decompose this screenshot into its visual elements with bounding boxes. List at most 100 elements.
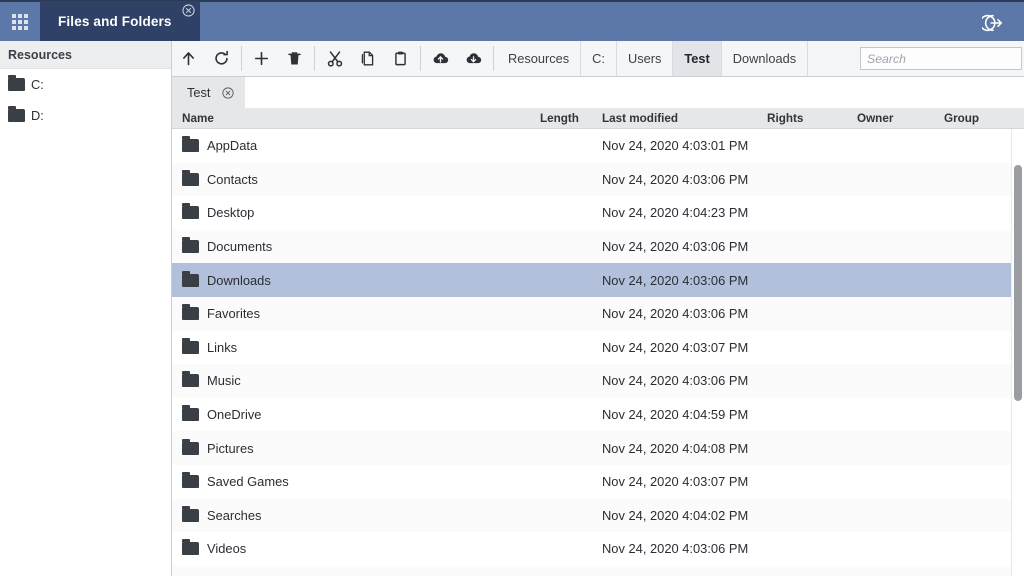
row-name-cell: AppData	[182, 136, 257, 153]
file-list[interactable]: AppData Nov 24, 2020 4:03:01 PM Contacts No…	[172, 129, 1024, 576]
sidebar-item-c-drive[interactable]: C:	[0, 69, 171, 100]
new-folder-button[interactable]	[245, 41, 278, 76]
folder-icon	[182, 371, 199, 388]
column-header-rights[interactable]: Rights	[767, 108, 803, 129]
row-name-cell: Music	[182, 371, 241, 388]
row-name-label: Pictures	[207, 440, 254, 456]
close-icon[interactable]	[181, 4, 195, 17]
scrollbar-thumb[interactable]	[1014, 165, 1022, 401]
table-row[interactable]: Desktop Nov 24, 2020 4:04:23 PM	[172, 196, 1024, 230]
table-row[interactable]: Pictures Nov 24, 2020 4:04:08 PM	[172, 431, 1024, 465]
column-header-name[interactable]: Name	[182, 108, 214, 129]
column-header-length[interactable]: Length	[540, 108, 579, 129]
vertical-scrollbar[interactable]	[1012, 129, 1024, 576]
breadcrumb-item-test[interactable]: Test	[672, 41, 721, 76]
row-name-cell: Downloads	[182, 270, 271, 288]
toolbar: Resources C: Users Test Downloads	[172, 41, 1024, 77]
row-modified-cell: Nov 24, 2020 4:04:08 PM	[602, 440, 749, 456]
column-header-owner[interactable]: Owner	[857, 108, 893, 129]
row-name-label: Searches	[207, 507, 262, 523]
table-row[interactable]: Saved Games Nov 24, 2020 4:03:07 PM	[172, 464, 1024, 499]
search-container	[860, 41, 1024, 76]
row-name-cell: Documents	[182, 237, 273, 255]
folder-icon	[8, 75, 25, 91]
row-modified-cell: Nov 24, 2020 4:03:06 PM	[602, 272, 749, 288]
table-row[interactable]: Documents Nov 24, 2020 4:03:06 PM	[172, 229, 1024, 264]
breadcrumb-item-c-drive[interactable]: C:	[580, 41, 616, 76]
copy-button[interactable]	[351, 41, 384, 76]
row-name-label: OneDrive	[207, 407, 262, 423]
breadcrumb-item-users[interactable]: Users	[615, 41, 672, 76]
table-row[interactable]: Links Nov 24, 2020 4:03:07 PM	[172, 330, 1024, 365]
refresh-icon	[215, 50, 228, 65]
upload-button[interactable]	[424, 41, 457, 76]
row-modified-cell: Nov 24, 2020 4:03:07 PM	[602, 474, 749, 490]
cloud-download-icon	[466, 53, 482, 64]
breadcrumb: Resources C: Users Test Downloads	[497, 41, 809, 76]
table-row[interactable]: Favorites Nov 24, 2020 4:03:06 PM	[172, 296, 1024, 331]
row-modified-cell: Nov 24, 2020 4:03:06 PM	[602, 306, 749, 322]
app-window-tab[interactable]: Files and Folders	[40, 1, 200, 42]
logout-button[interactable]	[970, 2, 1016, 43]
close-icon-svg	[181, 4, 195, 17]
download-button[interactable]	[457, 41, 490, 76]
folder-icon	[182, 472, 199, 489]
paste-button[interactable]	[384, 41, 417, 76]
row-name-cell: Saved Games	[182, 472, 289, 490]
cut-button[interactable]	[318, 41, 351, 76]
parent-directory-button[interactable]	[172, 41, 205, 76]
refresh-button[interactable]	[205, 41, 238, 76]
table-row[interactable]: AppData Nov 24, 2020 4:03:01 PM	[172, 129, 1024, 163]
table-row[interactable]: Contacts Nov 24, 2020 4:03:06 PM	[172, 162, 1024, 197]
toolbar-divider	[493, 46, 494, 71]
row-name-label: Saved Games	[207, 474, 289, 490]
table-row[interactable]: Searches Nov 24, 2020 4:04:02 PM	[172, 498, 1024, 533]
row-name-cell: Desktop	[182, 203, 254, 220]
sidebar-item-d-drive[interactable]: D:	[0, 100, 171, 131]
delete-button[interactable]	[278, 41, 311, 76]
column-header-group[interactable]: Group	[944, 108, 979, 129]
breadcrumb-item-downloads[interactable]: Downloads	[720, 41, 807, 76]
row-name-cell: Searches	[182, 505, 262, 523]
folder-icon	[182, 304, 199, 321]
scissors-icon	[327, 50, 342, 67]
folder-icon	[182, 438, 199, 455]
app-launcher-button[interactable]	[0, 2, 40, 41]
table-row[interactable]: Downloads Nov 24, 2020 4:03:06 PM	[172, 263, 1024, 297]
column-header-modified[interactable]: Last modified	[602, 108, 678, 129]
document-tab-strip: Test	[172, 77, 1024, 108]
tab-label: Test	[187, 85, 211, 100]
tab-test[interactable]: Test	[172, 77, 246, 108]
title-bar: Files and Folders	[0, 0, 1024, 43]
folder-icon	[182, 505, 199, 522]
folder-icon	[182, 237, 199, 254]
cloud-upload-icon	[433, 53, 449, 64]
close-icon[interactable]	[222, 86, 235, 99]
breadcrumb-item-resources[interactable]: Resources	[497, 41, 580, 76]
arrow-up-icon	[183, 52, 194, 66]
folder-icon	[182, 270, 199, 287]
row-name-cell: Links	[182, 337, 237, 355]
trash-icon	[288, 52, 301, 65]
row-modified-cell: Nov 24, 2020 4:04:02 PM	[602, 507, 749, 523]
table-row[interactable]	[172, 565, 1024, 576]
search-input[interactable]	[860, 47, 1022, 70]
table-row[interactable]: OneDrive Nov 24, 2020 4:04:59 PM	[172, 397, 1024, 432]
folder-icon	[182, 136, 199, 153]
app-grid-icon	[12, 13, 28, 30]
table-row[interactable]: Videos Nov 24, 2020 4:03:06 PM	[172, 532, 1024, 566]
row-name-label: Documents	[207, 239, 273, 255]
table-row[interactable]: Music Nov 24, 2020 4:03:06 PM	[172, 364, 1024, 398]
breadcrumb-divider	[807, 41, 809, 76]
sidebar-header: Resources	[0, 41, 171, 69]
sidebar-item-label: C:	[31, 77, 44, 92]
row-name-label: Downloads	[207, 272, 271, 288]
plus-icon	[254, 51, 269, 66]
resources-sidebar: Resources C: D:	[0, 41, 172, 576]
row-modified-cell: Nov 24, 2020 4:03:06 PM	[602, 171, 749, 187]
row-modified-cell: Nov 24, 2020 4:04:23 PM	[602, 205, 749, 221]
row-modified-cell: Nov 24, 2020 4:04:59 PM	[602, 407, 749, 423]
row-name-cell: Pictures	[182, 438, 254, 456]
row-modified-cell: Nov 24, 2020 4:03:06 PM	[602, 541, 749, 557]
row-name-cell: OneDrive	[182, 405, 262, 423]
